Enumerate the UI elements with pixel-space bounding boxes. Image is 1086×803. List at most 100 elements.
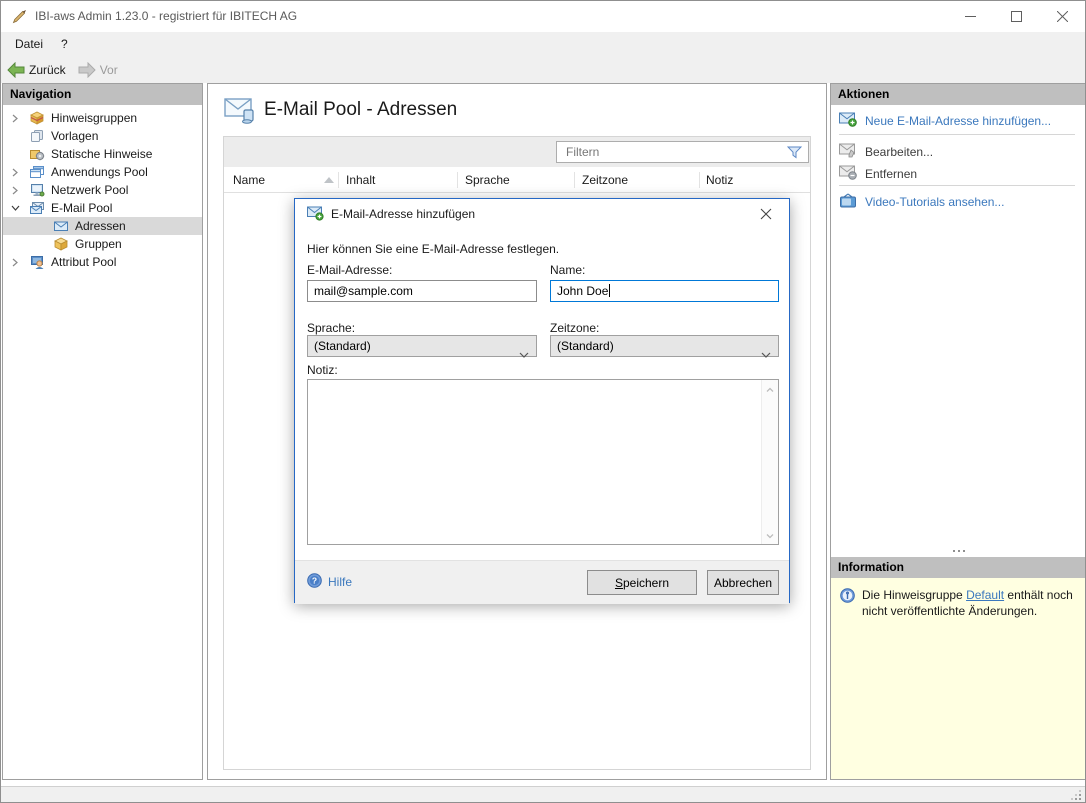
information-message: Die Hinweisgruppe Default enthält noch n… (862, 587, 1074, 619)
filter-funnel-icon[interactable] (787, 146, 802, 162)
dialog-title: E-Mail-Adresse hinzufügen (331, 199, 475, 229)
sidebar-item-anwendungs-pool[interactable]: Anwendungs Pool (3, 163, 202, 181)
info-icon (840, 588, 855, 606)
filter-field (556, 141, 809, 163)
chevron-right-icon[interactable] (11, 168, 29, 177)
email-addresses-title-icon (224, 97, 256, 124)
note-field[interactable] (307, 379, 779, 545)
sidebar-item-adressen[interactable]: Adressen (3, 217, 202, 235)
separator (839, 134, 1075, 135)
timezone-label: Zeitzone: (550, 321, 599, 335)
language-select[interactable]: (Standard) (307, 335, 537, 357)
static-notices-icon (29, 146, 46, 162)
app-icon (11, 8, 28, 25)
action-video-tutorials[interactable]: Video-Tutorials ansehen... (839, 192, 1004, 212)
panel-splitter[interactable] (958, 550, 960, 552)
chevron-down-icon (761, 344, 771, 364)
name-field[interactable]: John Doe (550, 280, 779, 302)
back-label: Zurück (29, 63, 66, 77)
help-icon: ? (307, 573, 322, 591)
page-title: E-Mail Pool - Adressen (264, 99, 457, 121)
action-add-email[interactable]: Neue E-Mail-Adresse hinzufügen... (839, 111, 1051, 131)
chevron-down-icon (519, 344, 529, 364)
sidebar-item-hinweisgruppen[interactable]: Hinweisgruppen (3, 109, 202, 127)
back-button[interactable]: Zurück (1, 56, 72, 83)
video-tutorials-icon (839, 193, 857, 212)
information-header: Information (831, 557, 1085, 578)
network-pool-icon (29, 182, 46, 198)
attribute-pool-icon (29, 254, 46, 270)
filter-input[interactable] (557, 142, 808, 162)
application-pool-icon (29, 164, 46, 180)
chevron-down-icon[interactable] (11, 204, 29, 212)
default-group-link[interactable]: Default (966, 588, 1004, 602)
dialog-close-button[interactable] (749, 201, 783, 227)
minimize-button[interactable] (947, 1, 993, 32)
column-inhalt[interactable]: Inhalt (346, 173, 375, 187)
statusbar (1, 786, 1085, 803)
toolbar: Zurück Vor (1, 56, 1085, 83)
add-email-dialog: E-Mail-Adresse hinzufügen Hier können Si… (294, 198, 790, 603)
sidebar-item-email-pool[interactable]: E-Mail Pool (3, 199, 202, 217)
close-button[interactable] (1039, 1, 1085, 32)
cancel-button[interactable]: Abbrechen (707, 570, 779, 595)
email-pool-icon (29, 200, 46, 216)
help-link[interactable]: ? Hilfe (307, 573, 352, 591)
sidebar-item-gruppen[interactable]: Gruppen (3, 235, 202, 253)
email-edit-icon (839, 143, 857, 161)
sidebar-item-netzwerk-pool[interactable]: Netzwerk Pool (3, 181, 202, 199)
separator (839, 185, 1075, 186)
column-name[interactable]: Name (233, 173, 265, 187)
table-header: Name Inhalt Sprache Zeitzone Notiz (224, 167, 810, 193)
column-sprache[interactable]: Sprache (465, 173, 510, 187)
navigation-tree: Hinweisgruppen Vorlagen (3, 105, 202, 271)
timezone-select[interactable]: (Standard) (550, 335, 779, 357)
back-arrow-icon (7, 62, 25, 78)
action-edit[interactable]: Bearbeiten... (839, 142, 933, 162)
save-button[interactable]: Speichern (587, 570, 697, 595)
email-field[interactable] (307, 280, 537, 302)
email-label: E-Mail-Adresse: (307, 263, 392, 277)
navigation-header: Navigation (3, 84, 202, 105)
forward-label: Vor (100, 63, 118, 77)
scrollbar[interactable] (761, 380, 778, 544)
chevron-right-icon[interactable] (11, 114, 29, 123)
groups-icon (53, 236, 70, 252)
column-zeitzone[interactable]: Zeitzone (582, 173, 628, 187)
menu-datei[interactable]: Datei (1, 32, 52, 56)
window-title: IBI-aws Admin 1.23.0 - registriert für I… (35, 1, 297, 32)
filter-strip (224, 137, 810, 167)
dialog-footer: ? Hilfe Speichern Abbrechen (295, 560, 789, 604)
scroll-down-icon[interactable] (765, 530, 775, 540)
maximize-button[interactable] (993, 1, 1039, 32)
email-remove-icon (839, 165, 857, 183)
sidebar-item-attribut-pool[interactable]: Attribut Pool (3, 253, 202, 271)
titlebar: IBI-aws Admin 1.23.0 - registriert für I… (1, 1, 1085, 32)
action-remove[interactable]: Entfernen (839, 164, 917, 184)
sort-ascending-icon (324, 177, 334, 183)
column-notiz[interactable]: Notiz (706, 173, 733, 187)
name-label: Name: (550, 263, 585, 277)
svg-text:?: ? (312, 576, 317, 586)
menubar: Datei ? (1, 32, 1085, 56)
forward-button[interactable]: Vor (72, 56, 124, 83)
language-label: Sprache: (307, 321, 355, 335)
actions-panel: Aktionen Neue E-Mail-Adresse hinzufügen.… (830, 83, 1086, 780)
sidebar-item-statische-hinweise[interactable]: Statische Hinweise (3, 145, 202, 163)
addresses-icon (53, 218, 70, 234)
notice-groups-icon (29, 110, 46, 126)
app-window: IBI-aws Admin 1.23.0 - registriert für I… (0, 0, 1086, 803)
information-box: Die Hinweisgruppe Default enthält noch n… (831, 578, 1085, 779)
dialog-description: Hier können Sie eine E-Mail-Adresse fest… (307, 242, 559, 256)
chevron-right-icon[interactable] (11, 186, 29, 195)
text-caret (609, 284, 610, 297)
chevron-right-icon[interactable] (11, 258, 29, 267)
note-label: Notiz: (307, 363, 338, 377)
menu-help[interactable]: ? (52, 32, 77, 56)
templates-icon (29, 128, 46, 144)
scroll-up-icon[interactable] (765, 384, 775, 394)
email-add-icon (839, 112, 857, 130)
resize-grip-icon[interactable] (1079, 798, 1081, 800)
forward-arrow-icon (78, 62, 96, 78)
sidebar-item-vorlagen[interactable]: Vorlagen (3, 127, 202, 145)
